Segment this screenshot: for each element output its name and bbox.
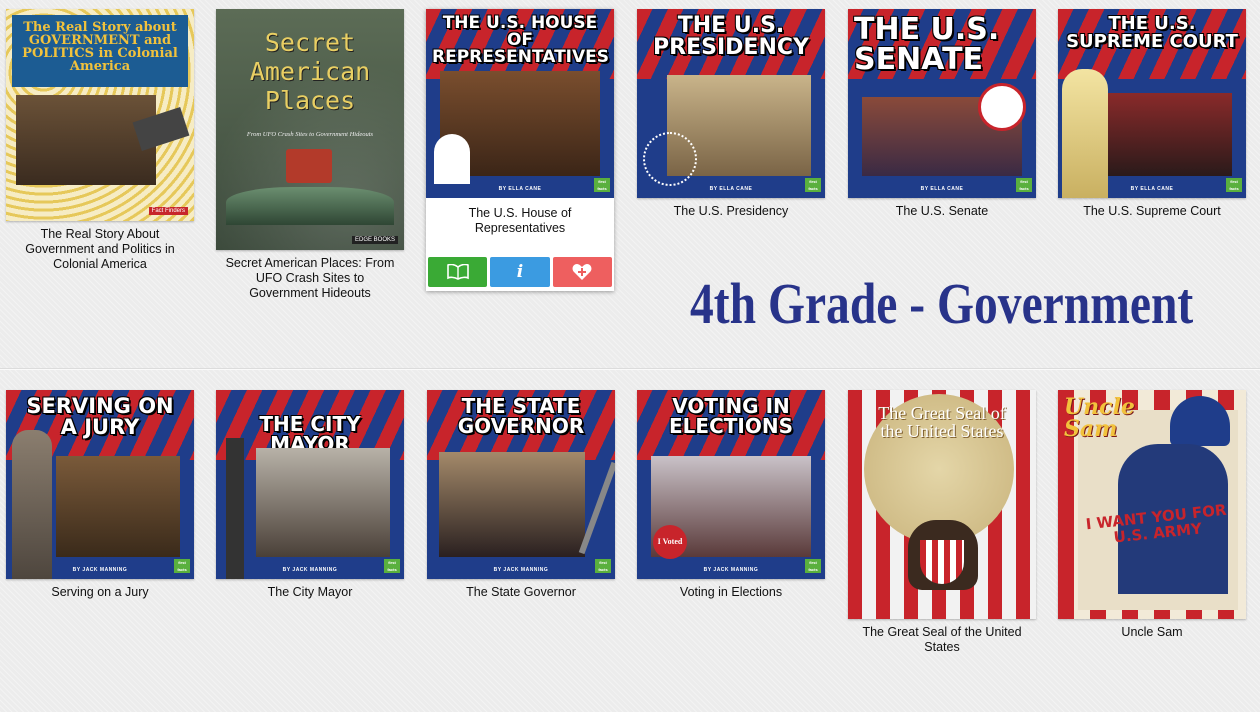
book-cover[interactable]: THE U.S. SENATE BY ELLA CANE first facts bbox=[848, 9, 1036, 198]
open-book-icon bbox=[446, 264, 469, 280]
book-item[interactable]: THE U.S. PRESIDENCY BY ELLA CANE first f… bbox=[637, 9, 825, 219]
first-facts-badge: first facts bbox=[174, 559, 190, 573]
cover-title: THE STATE GOVERNOR bbox=[457, 394, 585, 438]
heart-plus-icon bbox=[572, 264, 592, 280]
cover-title: THE U.S. HOUSE OF REPRESENTATIVES bbox=[432, 13, 609, 67]
cover-title: Secret American Places bbox=[249, 28, 371, 115]
book-item[interactable]: THE CITY MAYOR BY JACK MANNING first fac… bbox=[216, 390, 404, 600]
first-facts-badge: first facts bbox=[594, 178, 610, 192]
author-label: BY ELLA CANE bbox=[498, 186, 542, 192]
first-facts-badge: first facts bbox=[1226, 178, 1242, 192]
book-caption[interactable]: Serving on a Jury bbox=[6, 585, 194, 600]
book-caption[interactable]: The U.S. Supreme Court bbox=[1058, 204, 1246, 219]
book-cover[interactable]: SERVING ON A JURY BY JACK MANNING first … bbox=[6, 390, 194, 579]
cover-title: THE U.S. PRESIDENCY bbox=[653, 13, 809, 60]
book-caption[interactable]: The City Mayor bbox=[216, 585, 404, 600]
book-item[interactable]: THE U.S. SUPREME COURT BY ELLA CANE firs… bbox=[1058, 9, 1246, 219]
book-item[interactable]: VOTING IN ELECTIONS I Voted BY JACK MANN… bbox=[637, 390, 825, 600]
cover-title: VOTING IN ELECTIONS bbox=[669, 394, 793, 438]
author-label: BY JACK MANNING bbox=[282, 567, 338, 573]
author-label: BY ELLA CANE bbox=[709, 186, 753, 192]
cover-title: The Great Seal of the United States bbox=[878, 403, 1006, 441]
author-label: BY JACK MANNING bbox=[72, 567, 128, 573]
book-caption[interactable]: The State Governor bbox=[427, 585, 615, 600]
cover-subtitle: From UFO Crash Sites to Government Hideo… bbox=[246, 131, 374, 138]
book-cover[interactable]: Uncle Sam I WANT YOU FOR U.S. ARMY bbox=[1058, 390, 1246, 619]
info-icon: i bbox=[516, 262, 524, 282]
book-item[interactable]: THE STATE GOVERNOR BY JACK MANNING first… bbox=[427, 390, 615, 600]
book-caption[interactable]: The U.S. Senate bbox=[848, 204, 1036, 219]
book-item-hovered[interactable]: THE U.S. HOUSE OF REPRESENTATIVES BY ELL… bbox=[426, 9, 614, 291]
first-facts-badge: first facts bbox=[1016, 178, 1032, 192]
publisher-label: Fact Finders bbox=[148, 207, 188, 215]
book-cover[interactable]: THE U.S. HOUSE OF REPRESENTATIVES BY ELL… bbox=[426, 9, 614, 198]
author-label: BY JACK MANNING bbox=[703, 567, 759, 573]
first-facts-badge: first facts bbox=[805, 178, 821, 192]
first-facts-badge: first facts bbox=[384, 559, 400, 573]
book-caption[interactable]: The U.S. House of Representatives bbox=[426, 206, 614, 236]
book-cover[interactable]: THE U.S. PRESIDENCY BY ELLA CANE first f… bbox=[637, 9, 825, 198]
read-button[interactable] bbox=[428, 257, 488, 287]
book-cover[interactable]: VOTING IN ELECTIONS I Voted BY JACK MANN… bbox=[637, 390, 825, 579]
author-label: BY JACK MANNING bbox=[493, 567, 549, 573]
first-facts-badge: first facts bbox=[595, 559, 611, 573]
favorite-button[interactable] bbox=[552, 257, 612, 287]
book-item[interactable]: SERVING ON A JURY BY JACK MANNING first … bbox=[6, 390, 194, 600]
cover-title: Uncle Sam bbox=[1064, 394, 1135, 442]
i-voted-sticker: I Voted bbox=[653, 525, 687, 559]
publisher-label: EDGE BOOKS bbox=[351, 236, 398, 244]
book-actions: i bbox=[428, 257, 612, 287]
book-cover[interactable]: THE U.S. SUPREME COURT BY ELLA CANE firs… bbox=[1058, 9, 1246, 198]
book-caption[interactable]: The U.S. Presidency bbox=[637, 204, 825, 219]
book-item[interactable]: Uncle Sam I WANT YOU FOR U.S. ARMY Uncle… bbox=[1058, 390, 1246, 640]
first-facts-badge: first facts bbox=[805, 559, 821, 573]
author-label: BY ELLA CANE bbox=[920, 186, 964, 192]
author-label: BY ELLA CANE bbox=[1130, 186, 1174, 192]
cover-title: The Real Story about GOVERNMENT and POLI… bbox=[22, 20, 178, 74]
book-item[interactable]: THE U.S. SENATE BY ELLA CANE first facts… bbox=[848, 9, 1036, 219]
book-cover[interactable]: THE CITY MAYOR BY JACK MANNING first fac… bbox=[216, 390, 404, 579]
book-item[interactable]: The Great Seal of the United States The … bbox=[848, 390, 1036, 655]
book-item[interactable]: The Real Story about GOVERNMENT and POLI… bbox=[6, 9, 194, 272]
book-cover[interactable]: Secret American Places From UFO Crash Si… bbox=[216, 9, 404, 250]
cover-title: THE U.S. SENATE bbox=[854, 12, 1000, 77]
book-item[interactable]: Secret American Places From UFO Crash Si… bbox=[216, 9, 404, 301]
book-caption[interactable]: The Great Seal of the United States bbox=[848, 625, 1036, 655]
book-caption[interactable]: The Real Story About Government and Poli… bbox=[6, 227, 194, 272]
row-divider bbox=[0, 368, 1260, 370]
book-caption[interactable]: Voting in Elections bbox=[637, 585, 825, 600]
book-caption[interactable]: Uncle Sam bbox=[1058, 625, 1246, 640]
cover-title: THE U.S. SUPREME COURT bbox=[1066, 13, 1238, 52]
info-button[interactable]: i bbox=[490, 257, 550, 287]
book-cover[interactable]: THE STATE GOVERNOR BY JACK MANNING first… bbox=[427, 390, 615, 579]
book-cover[interactable]: The Great Seal of the United States bbox=[848, 390, 1036, 619]
page-title: 4th Grade - Government bbox=[690, 271, 1194, 336]
book-cover[interactable]: The Real Story about GOVERNMENT and POLI… bbox=[6, 9, 194, 221]
book-caption[interactable]: Secret American Places: From UFO Crash S… bbox=[216, 256, 404, 301]
